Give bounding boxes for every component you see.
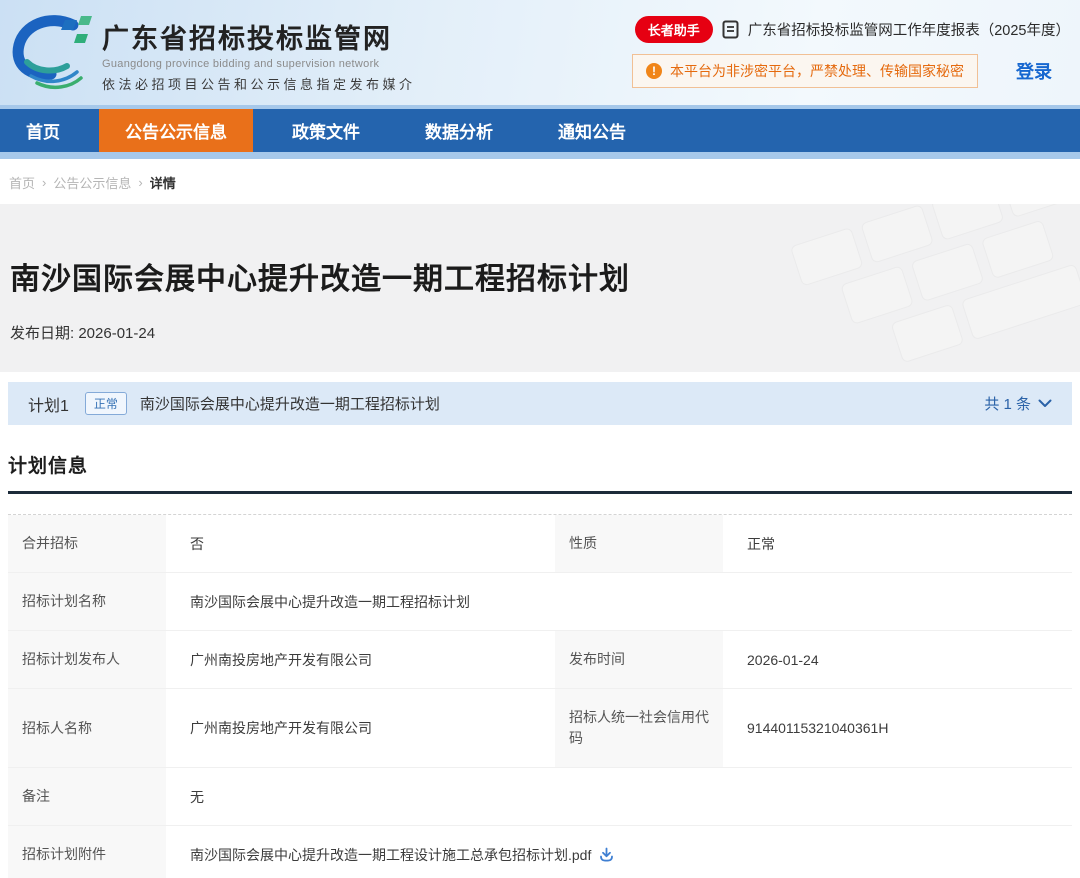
nav-item-announcements[interactable]: 公告公示信息 bbox=[99, 109, 253, 152]
table-row: 招标计划附件 南沙国际会展中心提升改造一期工程设计施工总承包招标计划.pdf bbox=[8, 826, 1072, 878]
table-row: 招标计划发布人 广州南投房地产开发有限公司 发布时间 2026-01-24 bbox=[8, 631, 1072, 689]
main-nav: 首页 公告公示信息 政策文件 数据分析 通知公告 bbox=[0, 109, 1080, 152]
site-header: 广东省招标投标监管网 Guangdong province bidding an… bbox=[0, 0, 1080, 105]
table-row: 招标人名称 广州南投房地产开发有限公司 招标人统一社会信用代码 91440115… bbox=[8, 689, 1072, 768]
breadcrumb-home[interactable]: 首页 bbox=[9, 173, 35, 192]
field-label: 招标计划名称 bbox=[8, 573, 168, 630]
header-notice-row: ! 本平台为非涉密平台，严禁处理、传输国家秘密 登录 bbox=[632, 54, 1070, 88]
field-label: 发布时间 bbox=[555, 631, 725, 688]
field-value: 正常 bbox=[725, 515, 1072, 572]
warning-icon: ! bbox=[646, 63, 662, 79]
nav-item-home[interactable]: 首页 bbox=[0, 109, 86, 152]
publish-date: 发布日期: 2026-01-24 bbox=[10, 322, 1080, 343]
nav-band: 首页 公告公示信息 政策文件 数据分析 通知公告 bbox=[0, 105, 1080, 159]
section-header: 计划信息 bbox=[8, 451, 1072, 494]
plan-info-table: 合并招标 否 性质 正常 招标计划名称 南沙国际会展中心提升改造一期工程招标计划… bbox=[8, 514, 1072, 878]
status-badge: 正常 bbox=[84, 392, 127, 415]
plan-banner: 计划1 正常 南沙国际会展中心提升改造一期工程招标计划 共 1 条 bbox=[8, 382, 1072, 425]
field-value: 广州南投房地产开发有限公司 bbox=[168, 631, 555, 688]
field-value: 广州南投房地产开发有限公司 bbox=[168, 689, 555, 767]
field-label: 合并招标 bbox=[8, 515, 168, 572]
site-name-en: Guangdong province bidding and supervisi… bbox=[102, 57, 380, 70]
table-row: 招标计划名称 南沙国际会展中心提升改造一期工程招标计划 bbox=[8, 573, 1072, 631]
annual-report-link[interactable]: 广东省招标投标监管网工作年度报表（2025年度） bbox=[748, 19, 1070, 40]
nav-item-notices[interactable]: 通知公告 bbox=[532, 109, 652, 152]
field-value: 否 bbox=[168, 515, 555, 572]
plan-count-label: 共 1 条 bbox=[984, 396, 1031, 413]
attachment-filename[interactable]: 南沙国际会展中心提升改造一期工程设计施工总承包招标计划.pdf bbox=[190, 845, 591, 865]
field-label: 性质 bbox=[555, 515, 725, 572]
nav-item-policy[interactable]: 政策文件 bbox=[266, 109, 386, 152]
field-label: 招标人统一社会信用代码 bbox=[555, 689, 725, 767]
brand: 广东省招标投标监管网 Guangdong province bidding an… bbox=[0, 0, 416, 105]
breadcrumb-announcements[interactable]: 公告公示信息 bbox=[53, 173, 131, 192]
plan-number: 计划1 bbox=[28, 397, 69, 415]
chevron-down-icon bbox=[1038, 395, 1052, 412]
site-slogan: 依法必招项目公告和公示信息指定发布媒介 bbox=[102, 76, 416, 92]
field-label: 招标计划发布人 bbox=[8, 631, 168, 688]
security-notice-text: 本平台为非涉密平台，严禁处理、传输国家秘密 bbox=[670, 63, 964, 79]
field-value: 无 bbox=[168, 768, 1072, 825]
security-notice: ! 本平台为非涉密平台，严禁处理、传输国家秘密 bbox=[632, 54, 978, 88]
login-button[interactable]: 登录 bbox=[1016, 58, 1052, 84]
report-doc-icon bbox=[722, 20, 739, 39]
field-label: 备注 bbox=[8, 768, 168, 825]
table-row: 备注 无 bbox=[8, 768, 1072, 826]
plan-banner-title: 南沙国际会展中心提升改造一期工程招标计划 bbox=[139, 396, 440, 413]
nav-item-data-analysis[interactable]: 数据分析 bbox=[399, 109, 519, 152]
field-value: 91440115321040361H bbox=[725, 689, 1072, 767]
breadcrumb: 首页 › 公告公示信息 › 详情 bbox=[0, 159, 1080, 204]
field-value: 南沙国际会展中心提升改造一期工程招标计划 bbox=[168, 573, 1072, 630]
field-value: 2026-01-24 bbox=[725, 631, 1072, 688]
breadcrumb-current: 详情 bbox=[149, 176, 176, 191]
breadcrumb-separator-icon: › bbox=[138, 175, 143, 190]
page: 广东省招标投标监管网 Guangdong province bidding an… bbox=[0, 0, 1080, 878]
breadcrumb-separator-icon: › bbox=[42, 175, 47, 190]
page-title: 南沙国际会展中心提升改造一期工程招标计划 bbox=[10, 263, 630, 296]
plan-count-toggle[interactable]: 共 1 条 bbox=[984, 393, 1052, 414]
download-icon[interactable] bbox=[599, 847, 614, 862]
header-right: 长者助手 广东省招标投标监管网工作年度报表（2025年度） ! 本平台为非涉密平… bbox=[632, 0, 1080, 105]
site-name: 广东省招标投标监管网 bbox=[102, 23, 392, 54]
field-label: 招标人名称 bbox=[8, 689, 168, 767]
publish-date-value: 2026-01-24 bbox=[78, 325, 156, 342]
attachment-cell: 南沙国际会展中心提升改造一期工程设计施工总承包招标计划.pdf bbox=[168, 826, 1072, 878]
site-logo-icon bbox=[4, 10, 100, 96]
section-title: 计划信息 bbox=[8, 456, 89, 477]
brand-text: 广东省招标投标监管网 Guangdong province bidding an… bbox=[102, 17, 416, 93]
publish-date-label: 发布日期: bbox=[10, 325, 75, 342]
table-row: 合并招标 否 性质 正常 bbox=[8, 515, 1072, 573]
header-links-row: 长者助手 广东省招标投标监管网工作年度报表（2025年度） bbox=[634, 16, 1070, 43]
field-label: 招标计划附件 bbox=[8, 826, 168, 878]
elder-assist-button[interactable]: 长者助手 bbox=[634, 16, 713, 43]
detail-hero: 南沙国际会展中心提升改造一期工程招标计划 发布日期: 2026-01-24 bbox=[0, 204, 1080, 372]
